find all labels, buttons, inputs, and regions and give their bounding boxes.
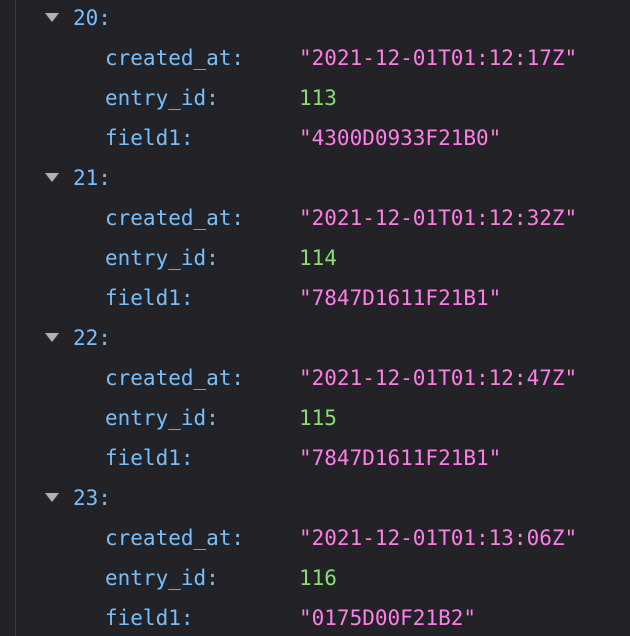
- field-value-string: "4300D0933F21B0": [299, 126, 502, 150]
- field-value-number: 116: [299, 566, 337, 590]
- field-key: field1:: [105, 446, 194, 470]
- json-field-row: created_at: "2021-12-01T01:12:17Z": [0, 43, 630, 73]
- entry-index[interactable]: 22:: [73, 323, 111, 353]
- field-key: entry_id:: [105, 86, 219, 110]
- field-key: field1:: [105, 606, 194, 630]
- entry-header-row[interactable]: 20:: [0, 3, 630, 33]
- field-value-string: "2021-12-01T01:13:06Z": [299, 526, 578, 550]
- json-field-row: entry_id: 113: [0, 83, 630, 113]
- entry-header-row[interactable]: 22:: [0, 323, 630, 353]
- json-field-row: field1: "0175D00F21B2": [0, 603, 630, 633]
- json-field-row: created_at: "2021-12-01T01:13:06Z": [0, 523, 630, 553]
- entry-index[interactable]: 20:: [73, 3, 111, 33]
- field-value-number: 113: [299, 86, 337, 110]
- entry-header-row[interactable]: 23:: [0, 483, 630, 513]
- field-key: created_at:: [105, 46, 245, 70]
- field-value-string: "2021-12-01T01:12:17Z": [299, 46, 578, 70]
- field-key: field1:: [105, 286, 194, 310]
- json-field-row: field1: "7847D1611F21B1": [0, 443, 630, 473]
- json-field-row: created_at: "2021-12-01T01:12:32Z": [0, 203, 630, 233]
- field-value-string: "7847D1611F21B1": [299, 286, 502, 310]
- json-field-row: field1: "4300D0933F21B0": [0, 123, 630, 153]
- field-key: field1:: [105, 126, 194, 150]
- field-key: entry_id:: [105, 566, 219, 590]
- json-field-row: entry_id: 116: [0, 563, 630, 593]
- json-field-row: field1: "7847D1611F21B1": [0, 283, 630, 313]
- triangle-down-icon[interactable]: [45, 323, 65, 353]
- field-value-string: "2021-12-01T01:12:47Z": [299, 366, 578, 390]
- field-value-string: "7847D1611F21B1": [299, 446, 502, 470]
- field-value-string: "0175D00F21B2": [299, 606, 477, 630]
- field-key: entry_id:: [105, 406, 219, 430]
- entry-index[interactable]: 21:: [73, 163, 111, 193]
- entry-header-row[interactable]: 21:: [0, 163, 630, 193]
- field-key: created_at:: [105, 366, 245, 390]
- field-key: created_at:: [105, 526, 245, 550]
- field-key: created_at:: [105, 206, 245, 230]
- triangle-down-icon[interactable]: [45, 483, 65, 513]
- triangle-down-icon[interactable]: [45, 3, 65, 33]
- field-value-number: 115: [299, 406, 337, 430]
- field-value-number: 114: [299, 246, 337, 270]
- field-key: entry_id:: [105, 246, 219, 270]
- triangle-down-icon[interactable]: [45, 163, 65, 193]
- field-value-string: "2021-12-01T01:12:32Z": [299, 206, 578, 230]
- json-field-row: entry_id: 114: [0, 243, 630, 273]
- json-field-row: created_at: "2021-12-01T01:12:47Z": [0, 363, 630, 393]
- entry-index[interactable]: 23:: [73, 483, 111, 513]
- json-field-row: entry_id: 115: [0, 403, 630, 433]
